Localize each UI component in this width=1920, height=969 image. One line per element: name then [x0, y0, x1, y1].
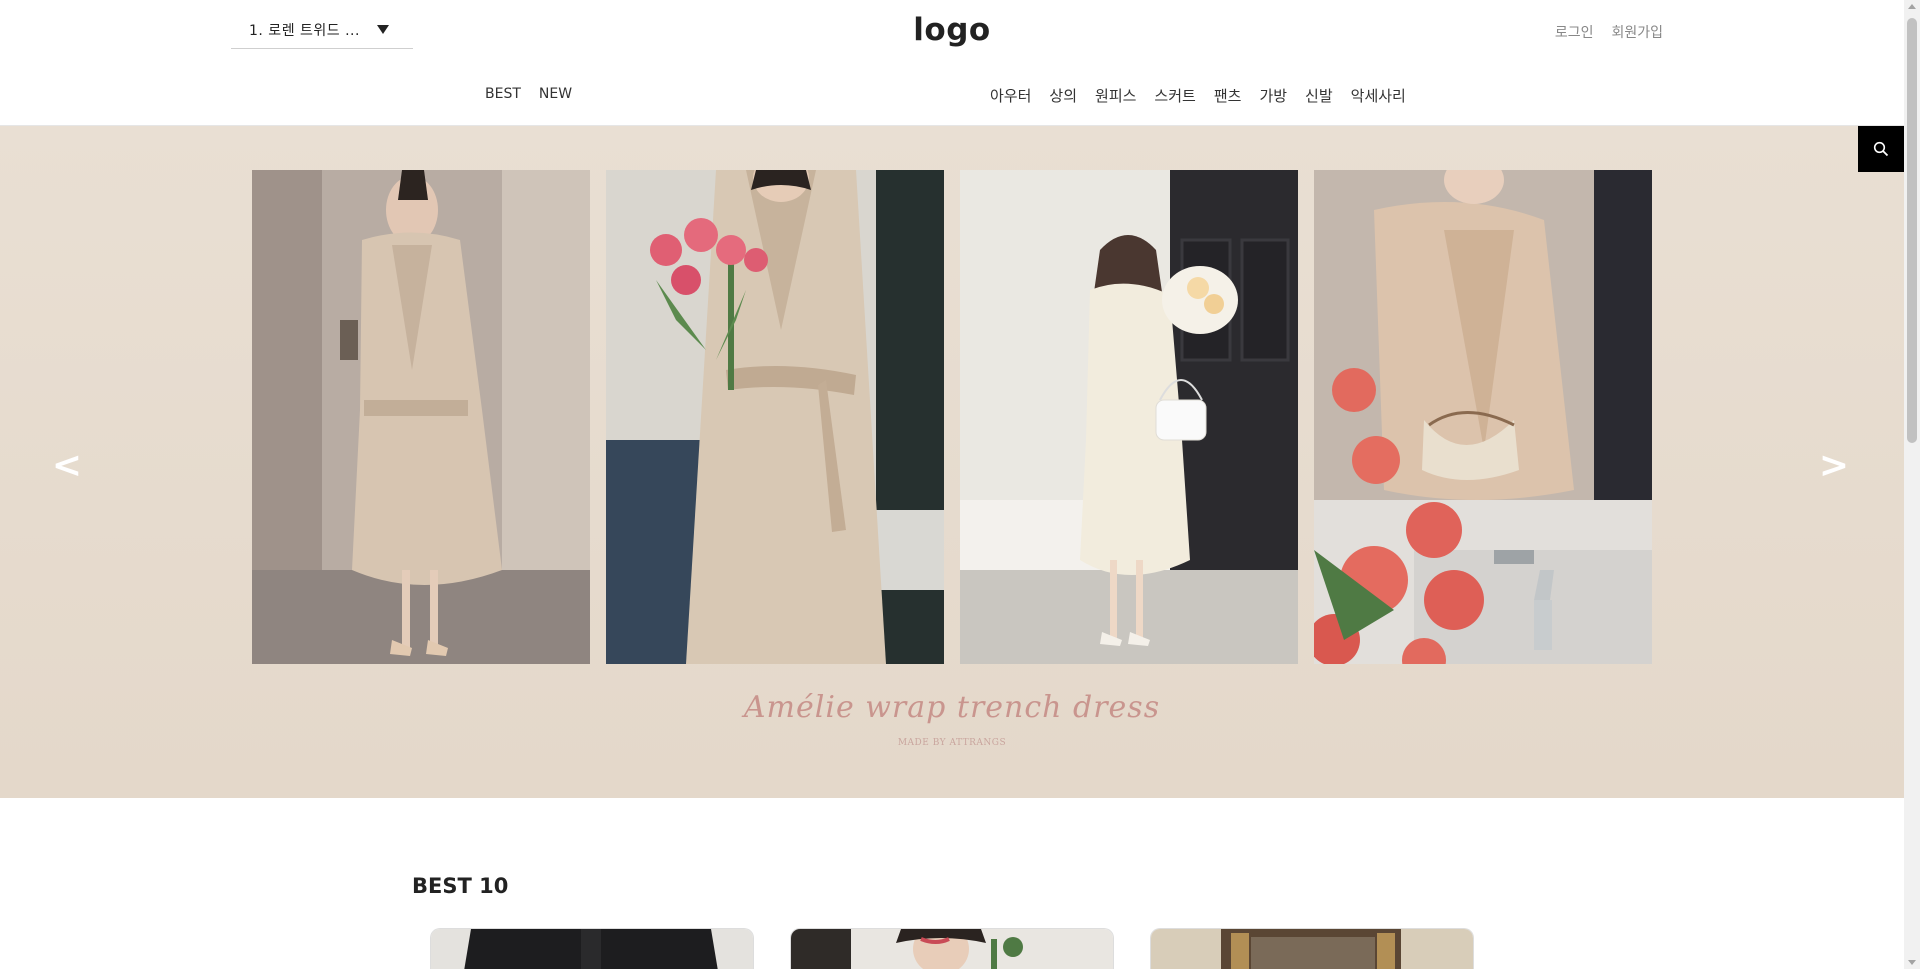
banner-title: Amélie wrap trench dress	[743, 690, 1161, 725]
main-banner[interactable]: < > Amélie wrap trench dress MADE BY ATT…	[0, 126, 1904, 798]
best-product-card[interactable]	[430, 928, 754, 969]
nav-top[interactable]: 상의	[1049, 85, 1077, 106]
scroll-thumb[interactable]	[1907, 18, 1917, 443]
nav-onepiece[interactable]: 원피스	[1095, 85, 1136, 106]
scroll-down-icon[interactable]	[1908, 960, 1916, 965]
banner-subtitle: MADE BY ATTRANGS	[897, 738, 1007, 748]
banner-photo[interactable]	[960, 170, 1298, 664]
nav-shoes[interactable]: 신발	[1305, 85, 1333, 106]
nav-pants[interactable]: 팬츠	[1214, 85, 1242, 106]
scroll-up-icon[interactable]	[1908, 4, 1916, 9]
signup-link[interactable]: 회원가입	[1611, 22, 1663, 42]
user-links: 로그인 회원가입	[1555, 22, 1663, 42]
banner-photo[interactable]	[252, 170, 590, 664]
caret-down-icon	[377, 25, 389, 34]
next-slide-button[interactable]: >	[1812, 444, 1856, 488]
best-product-card[interactable]	[790, 928, 1114, 969]
banner-photo[interactable]	[606, 170, 944, 664]
category-nav: 아우터 상의 원피스 스커트 팬츠 가방 신발 악세사리	[990, 85, 1406, 106]
banner-photo[interactable]	[1314, 170, 1652, 664]
search-icon	[1873, 141, 1889, 157]
rank-dropdown[interactable]: 1. 로렌 트위드 ...	[231, 12, 413, 49]
nav-best[interactable]: BEST	[485, 86, 521, 102]
rank-dropdown-value: 1. 로렌 트위드 ...	[249, 23, 360, 39]
best-product-card[interactable]	[1150, 928, 1474, 969]
banner-photos	[252, 170, 1652, 664]
nav-skirt[interactable]: 스커트	[1154, 85, 1195, 106]
best-section-title: BEST 10	[412, 874, 509, 898]
login-link[interactable]: 로그인	[1555, 22, 1594, 42]
page-scrollbar[interactable]	[1904, 0, 1920, 969]
nav-bag[interactable]: 가방	[1259, 85, 1287, 106]
search-button[interactable]	[1858, 126, 1904, 172]
prev-slide-button[interactable]: <	[45, 444, 89, 488]
nav-new[interactable]: NEW	[539, 86, 572, 102]
site-header: 1. 로렌 트위드 ... logo 로그인 회원가입 BEST NEW 아우터…	[0, 0, 1904, 126]
nav-accessories[interactable]: 악세사리	[1351, 85, 1406, 106]
best-product-list	[430, 928, 1474, 969]
site-logo[interactable]: logo	[900, 12, 1004, 48]
nav-outer[interactable]: 아우터	[990, 85, 1031, 106]
nav-left: BEST NEW	[485, 86, 572, 102]
